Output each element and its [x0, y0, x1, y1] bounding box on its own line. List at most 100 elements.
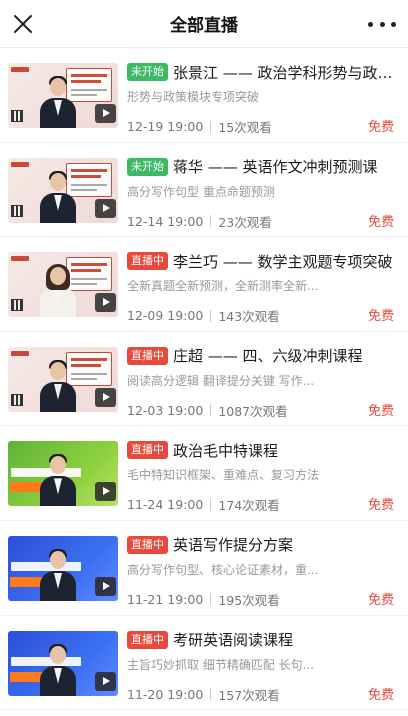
- status-badge: 直播中: [127, 535, 168, 554]
- course-date: 11-20 19:00: [127, 686, 204, 702]
- price-label: 免费: [367, 403, 394, 419]
- price-label: 免费: [367, 120, 394, 135]
- page-title: 全部直播: [170, 16, 238, 36]
- view-count: 174次观看: [218, 498, 280, 514]
- status-badge: 直播中: [127, 252, 168, 271]
- course-date: 11-24 19:00: [127, 497, 204, 513]
- course-info: 直播中 政治毛中特课程毛中特知识框架、重难点、复习方法: [127, 440, 398, 482]
- course-description: 高分写作句型、核心论证素材，重...: [127, 562, 319, 577]
- course-thumbnail[interactable]: [8, 63, 118, 128]
- course-info: 未开始 蒋华 —— 英语作文冲刺预测课高分写作句型 重点命题预测: [127, 157, 398, 199]
- course-thumbnail[interactable]: [8, 441, 118, 507]
- course-description: 主旨巧妙抓取 细节精确匹配 长句...: [127, 657, 315, 672]
- status-badge: 直播中: [127, 346, 168, 365]
- divider: [210, 404, 212, 417]
- qr-code-icon: [11, 393, 23, 406]
- divider: [210, 309, 212, 322]
- course-date: 12-14 19:00: [127, 213, 204, 229]
- price-label: 免费: [367, 214, 394, 230]
- divider: [210, 215, 212, 228]
- instructor-photo: [38, 358, 78, 412]
- view-count: 1087次观看: [218, 403, 288, 419]
- course-description: 阅读高分逻辑 翻译提分关键 写作...: [127, 373, 315, 388]
- course-list: 未开始 张景江 —— 政治学科形势与政策... 形势与政策模块专项突破 12-19 1…: [0, 48, 408, 711]
- course-info: 直播中 庄超 —— 四、六级冲刺课程阅读高分逻辑 翻译提分关键 写作...: [127, 346, 398, 388]
- course-date: 12-19 19:00: [127, 119, 204, 134]
- play-icon[interactable]: [95, 104, 116, 123]
- divider: [210, 593, 212, 606]
- course-thumbnail[interactable]: [8, 630, 118, 696]
- view-count: 195次观看: [218, 592, 280, 608]
- instructor-photo: [38, 547, 78, 601]
- instructor-photo: [38, 642, 78, 696]
- course-item[interactable]: 未开始 蒋华 —— 英语作文冲刺预测课高分写作句型 重点命题预测 12-14 19:…: [0, 143, 408, 238]
- course-thumbnail[interactable]: [8, 346, 118, 412]
- course-title[interactable]: 政治毛中特课程: [173, 440, 278, 460]
- instructor-photo: [38, 452, 78, 507]
- course-item[interactable]: 直播中 李兰巧 —— 数学主观题专项突破全新真题全新预测，全新测率全新... 12-…: [0, 237, 408, 332]
- course-meta: 12-03 19:00 1087次观看: [127, 401, 288, 420]
- course-meta: 11-21 19:00 195次观看: [127, 590, 280, 609]
- instructor-photo: [38, 263, 78, 318]
- price-label: 免费: [367, 309, 394, 325]
- instructor-photo: [38, 169, 78, 223]
- view-count: 157次观看: [218, 687, 280, 703]
- play-icon[interactable]: [95, 671, 116, 691]
- course-meta: 11-20 19:00 157次观看: [127, 685, 280, 704]
- top-bar: 全部直播: [0, 0, 408, 48]
- course-meta: 12-09 19:00 143次观看: [127, 306, 280, 325]
- divider: [210, 120, 212, 133]
- course-info: 未开始 张景江 —— 政治学科形势与政策... 形势与政策模块专项突破: [127, 62, 398, 104]
- course-info: 直播中 考研英语阅读课程主旨巧妙抓取 细节精确匹配 长句...: [127, 630, 398, 672]
- qr-code-icon: [11, 299, 23, 312]
- course-date: 12-03 19:00: [127, 402, 204, 418]
- course-description: 高分写作句型 重点命题预测: [127, 184, 275, 199]
- course-title[interactable]: 庄超 —— 四、六级冲刺课程: [173, 346, 363, 366]
- price-label: 免费: [367, 498, 394, 514]
- course-thumbnail[interactable]: [8, 535, 118, 601]
- course-title[interactable]: 张景江 —— 政治学科形势与政策...: [173, 62, 398, 82]
- course-meta: 12-14 19:00 23次观看: [127, 212, 272, 231]
- view-count: 23次观看: [218, 214, 272, 230]
- more-icon[interactable]: [368, 14, 396, 34]
- divider: [210, 498, 212, 511]
- course-description: 全新真题全新预测，全新测率全新...: [127, 279, 319, 294]
- price-label: 免费: [367, 687, 394, 703]
- course-title[interactable]: 英语写作提分方案: [173, 535, 293, 555]
- course-title[interactable]: 考研英语阅读课程: [173, 630, 293, 650]
- instructor-photo: [38, 74, 78, 128]
- course-date: 12-09 19:00: [127, 308, 204, 324]
- play-icon[interactable]: [95, 576, 116, 596]
- close-icon[interactable]: [12, 13, 34, 35]
- course-meta: 11-24 19:00 174次观看: [127, 495, 280, 514]
- course-thumbnail[interactable]: [8, 157, 118, 223]
- status-badge: 未开始: [127, 63, 168, 81]
- play-icon[interactable]: [95, 198, 116, 218]
- course-info: 直播中 李兰巧 —— 数学主观题专项突破全新真题全新预测，全新测率全新...: [127, 251, 398, 293]
- course-date: 11-21 19:00: [127, 591, 204, 607]
- price-label: 免费: [367, 592, 394, 608]
- status-badge: 直播中: [127, 630, 168, 649]
- course-item[interactable]: 直播中 考研英语阅读课程主旨巧妙抓取 细节精确匹配 长句... 11-20 19:0…: [0, 616, 408, 711]
- view-count: 15次观看: [218, 120, 272, 135]
- course-item[interactable]: 直播中 政治毛中特课程毛中特知识框架、重难点、复习方法 11-24 19:00 174…: [0, 426, 408, 521]
- course-item[interactable]: 未开始 张景江 —— 政治学科形势与政策... 形势与政策模块专项突破 12-19 1…: [0, 48, 408, 143]
- course-title[interactable]: 李兰巧 —— 数学主观题专项突破: [173, 251, 393, 271]
- course-item[interactable]: 直播中 庄超 —— 四、六级冲刺课程阅读高分逻辑 翻译提分关键 写作... 12-0…: [0, 332, 408, 427]
- course-title[interactable]: 蒋华 —— 英语作文冲刺预测课: [173, 157, 378, 177]
- qr-code-icon: [11, 110, 23, 122]
- play-icon[interactable]: [95, 387, 116, 407]
- qr-code-icon: [11, 204, 23, 217]
- play-icon[interactable]: [95, 482, 116, 502]
- course-meta: 12-19 19:00 15次观看: [127, 117, 272, 136]
- status-badge: 未开始: [127, 157, 168, 176]
- course-thumbnail[interactable]: [8, 252, 118, 318]
- divider: [210, 688, 212, 701]
- course-description: 毛中特知识框架、重难点、复习方法: [127, 468, 320, 483]
- course-info: 直播中 英语写作提分方案高分写作句型、核心论证素材，重...: [127, 535, 398, 577]
- course-item[interactable]: 直播中 英语写作提分方案高分写作句型、核心论证素材，重... 11-21 19:00…: [0, 521, 408, 616]
- view-count: 143次观看: [218, 309, 280, 325]
- status-badge: 直播中: [127, 441, 168, 460]
- play-icon[interactable]: [95, 293, 116, 313]
- course-description: 形势与政策模块专项突破: [127, 90, 260, 104]
